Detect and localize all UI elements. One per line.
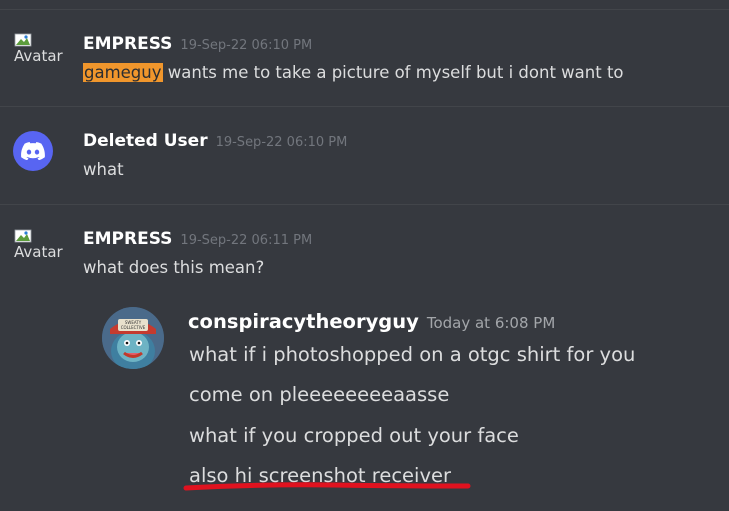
message-text: wants me to take a picture of myself but… <box>162 63 624 82</box>
avatar-alt-text: Avatar <box>14 243 63 261</box>
message-divider <box>0 9 729 10</box>
message-header: EMPRESS 19-Sep-22 06:11 PM <box>83 229 312 249</box>
broken-image-icon <box>14 229 32 243</box>
avatar-alt-text: Avatar <box>14 47 63 65</box>
broken-image-icon <box>14 33 32 47</box>
red-underline-annotation <box>183 482 471 491</box>
embed-message-line: what if i photoshopped on a otgc shirt f… <box>189 343 636 366</box>
message-content: what <box>83 160 124 179</box>
embed-message-line: come on pleeeeeeeeaasse <box>189 383 450 406</box>
username[interactable]: EMPRESS <box>83 34 172 54</box>
avatar[interactable]: Avatar <box>14 228 72 268</box>
message-content: what does this mean? <box>83 258 264 277</box>
user-mention[interactable]: gameguy <box>83 63 163 82</box>
embed-username: conspiracytheoryguy <box>188 310 419 333</box>
embed-avatar: SWEATY COLLECTIVE <box>102 307 164 369</box>
avatar[interactable] <box>13 131 53 171</box>
embed-timestamp: Today at 6:08 PM <box>426 314 556 332</box>
message-header: EMPRESS 19-Sep-22 06:10 PM <box>83 34 312 54</box>
discord-logo-icon <box>21 142 45 160</box>
message-text: what <box>83 160 124 179</box>
monster-face-icon: SWEATY COLLECTIVE <box>102 307 164 369</box>
username[interactable]: Deleted User <box>83 131 208 151</box>
timestamp: 19-Sep-22 06:11 PM <box>180 233 313 248</box>
message-header: Deleted User 19-Sep-22 06:10 PM <box>83 131 347 151</box>
embed-message-line: what if you cropped out your face <box>189 424 519 447</box>
message-divider <box>0 204 729 205</box>
timestamp: 19-Sep-22 06:10 PM <box>215 135 348 150</box>
embed-message-header: conspiracytheoryguy Today at 6:08 PM <box>188 310 555 333</box>
avatar[interactable]: Avatar <box>14 32 72 72</box>
timestamp: 19-Sep-22 06:10 PM <box>180 38 313 53</box>
message-divider <box>0 106 729 107</box>
message-text: what does this mean? <box>83 258 265 277</box>
svg-text:COLLECTIVE: COLLECTIVE <box>121 325 146 330</box>
message-content: gameguy wants me to take a picture of my… <box>83 63 624 82</box>
username[interactable]: EMPRESS <box>83 229 172 249</box>
